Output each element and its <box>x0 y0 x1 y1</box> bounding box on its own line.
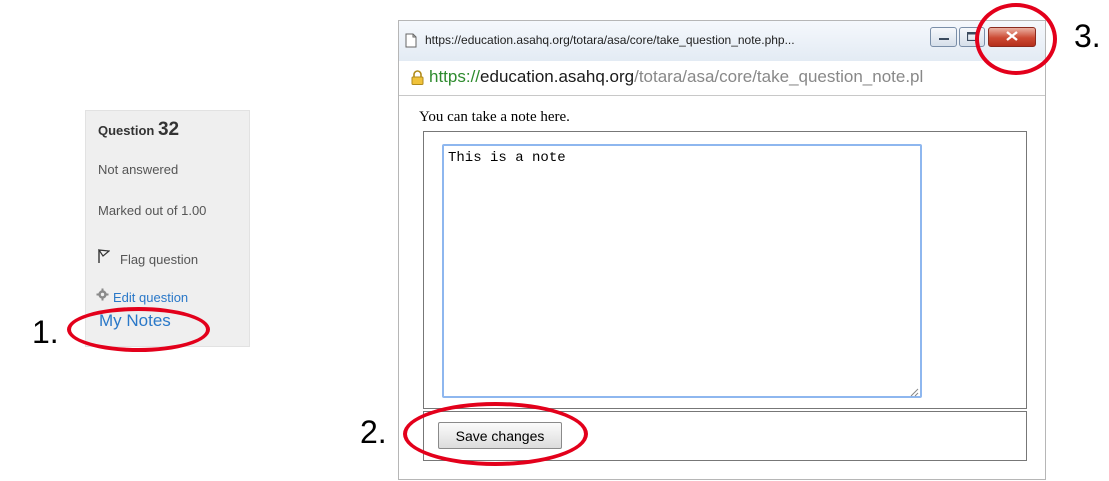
question-status: Not answered <box>98 162 179 177</box>
step-2-label: 2. <box>360 414 387 450</box>
question-number: 32 <box>157 119 180 140</box>
step-3-highlight-circle <box>975 3 1057 75</box>
edit-question-label: Edit question <box>113 289 189 305</box>
address-bar[interactable]: https://education.asahq.org/totara/asa/c… <box>399 61 1045 96</box>
minimize-button[interactable] <box>930 27 957 47</box>
flag-question-button[interactable]: Flag question <box>97 249 199 269</box>
window-title: https://education.asahq.org/totara/asa/c… <box>425 33 795 47</box>
page-icon <box>405 33 417 53</box>
step-1-highlight-circle <box>67 307 210 352</box>
flag-icon <box>97 249 111 269</box>
flag-question-label: Flag question <box>120 251 199 267</box>
edit-question-link[interactable]: Edit question <box>96 288 188 306</box>
question-label: Question <box>98 123 155 138</box>
gear-icon <box>96 288 109 306</box>
note-form-box: This is a note <box>423 131 1027 409</box>
note-textarea[interactable]: This is a note <box>442 144 922 398</box>
address-url: https://education.asahq.org/totara/asa/c… <box>429 67 923 87</box>
minimize-icon <box>938 28 949 46</box>
question-marks: Marked out of 1.00 <box>98 203 207 218</box>
url-host: education.asahq.org <box>480 67 635 86</box>
url-path: /totara/asa/core/take_question_note.pl <box>634 67 924 86</box>
step-3-label: 3. <box>1074 18 1101 54</box>
resize-grip-icon[interactable] <box>910 384 1022 404</box>
lock-icon <box>411 70 424 90</box>
url-scheme: https:// <box>429 67 481 86</box>
question-title: Question 32 <box>98 119 179 141</box>
window-titlebar[interactable]: https://education.asahq.org/totara/asa/c… <box>399 21 1045 62</box>
step-1-label: 1. <box>32 314 59 350</box>
step-2-highlight-circle <box>403 402 588 466</box>
note-instruction: You can take a note here. <box>419 109 570 125</box>
